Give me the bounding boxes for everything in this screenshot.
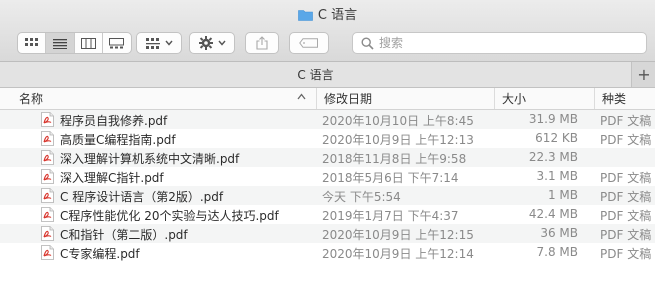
file-row[interactable]: 程序员自我修养.pdf 2020年10月10日 上午8:45 31.9 MB PDF …	[0, 110, 655, 129]
pdf-file-icon	[41, 112, 54, 127]
file-kind: PDF 文稿	[600, 190, 652, 204]
column-header-date-label: 修改日期	[324, 92, 373, 106]
file-date: 2018年11月8日 上午9:58	[322, 152, 467, 166]
view-mode-control	[17, 32, 132, 54]
search-icon	[361, 36, 374, 50]
gallery-view-button[interactable]	[103, 33, 131, 53]
file-name: C 程序设计语言（第2版）.pdf	[60, 190, 224, 204]
finder-window: C 语言 搜索 C 语言 + 名称 修改日期 大小 种类 程序员自我修养.pdf…	[0, 0, 655, 282]
pdf-file-icon	[41, 188, 54, 203]
pdf-file-icon	[41, 150, 54, 165]
file-size: 42.4 MB	[528, 207, 578, 221]
list-lines-icon	[52, 38, 67, 49]
window-title: C 语言	[0, 4, 655, 25]
file-name: 高质量C编程指南.pdf	[60, 133, 176, 147]
pdf-file-icon	[41, 207, 54, 222]
pdf-file-icon	[41, 245, 54, 260]
file-kind: PDF 文稿	[600, 228, 652, 242]
file-date: 2020年10月9日 上午12:13	[322, 133, 474, 147]
file-date: 2020年10月9日 上午12:14	[322, 247, 474, 261]
folder-icon	[298, 9, 313, 25]
column-header-name[interactable]: 名称	[12, 88, 312, 109]
file-date: 2018年5月6日 下午7:14	[322, 171, 459, 185]
file-date: 2020年10月10日 上午8:45	[322, 114, 474, 128]
file-size: 36 MB	[540, 226, 578, 240]
group-by-button[interactable]	[136, 32, 182, 54]
tags-button[interactable]	[289, 32, 329, 54]
file-row[interactable]: 高质量C编程指南.pdf 2020年10月9日 上午12:13 612 KB PDF …	[0, 129, 655, 148]
chevron-down-icon	[164, 40, 173, 46]
tab-c-language[interactable]: C 语言	[0, 62, 632, 87]
pdf-file-icon	[41, 226, 54, 241]
file-row[interactable]: C 程序设计语言（第2版）.pdf 今天 下午5:54 1 MB PDF 文稿	[0, 186, 655, 205]
file-date: 今天 下午5:54	[322, 190, 401, 204]
icon-view-button[interactable]	[18, 33, 47, 53]
file-kind: PDF 文稿	[600, 114, 652, 128]
search-field[interactable]	[352, 32, 647, 54]
file-name: 深入理解计算机系统中文清晰.pdf	[60, 152, 240, 166]
pdf-file-icon	[41, 131, 54, 146]
file-name: C专家编程.pdf	[60, 247, 140, 261]
column-header-size-label: 大小	[502, 92, 527, 106]
file-size: 3.1 MB	[536, 169, 578, 183]
file-kind: PDF 文稿	[600, 247, 652, 261]
file-size: 612 KB	[535, 131, 578, 145]
icon-grid-icon	[24, 37, 38, 46]
toolbar: C 语言	[0, 0, 655, 62]
column-header-kind[interactable]: 种类	[594, 88, 655, 109]
share-button[interactable]	[245, 32, 279, 54]
file-name: 程序员自我修养.pdf	[60, 114, 168, 128]
chevron-down-icon	[217, 40, 226, 46]
search-input[interactable]	[379, 36, 629, 50]
file-row[interactable]: C程序性能优化 20个实验与达人技巧.pdf 2019年1月7日 下午4:37 42…	[0, 205, 655, 224]
list-view-button[interactable]	[46, 33, 75, 53]
file-name: C和指针（第二版）.pdf	[60, 228, 188, 242]
share-icon	[256, 36, 268, 50]
column-header-name-label: 名称	[19, 92, 44, 106]
file-row[interactable]: 深入理解计算机系统中文清晰.pdf 2018年11月8日 上午9:58 22.3 M…	[0, 148, 655, 167]
file-kind: PDF 文稿	[600, 133, 652, 147]
gallery-icon	[109, 37, 125, 48]
file-kind: PDF 文稿	[600, 171, 652, 185]
file-date: 2019年1月7日 下午4:37	[322, 209, 459, 223]
file-size: 31.9 MB	[528, 112, 578, 126]
file-kind: PDF 文稿	[600, 209, 652, 223]
columns-icon	[80, 37, 96, 49]
file-list: 程序员自我修养.pdf 2020年10月10日 上午8:45 31.9 MB PDF …	[0, 110, 655, 262]
sort-ascending-icon	[297, 92, 306, 103]
column-header-size[interactable]: 大小	[494, 88, 588, 109]
tab-bar: C 语言 +	[0, 62, 655, 88]
file-row[interactable]: C专家编程.pdf 2020年10月9日 上午12:14 7.8 MB PDF 文稿	[0, 243, 655, 262]
file-size: 1 MB	[547, 188, 578, 202]
file-date: 2020年10月9日 上午12:15	[322, 228, 474, 242]
file-row[interactable]: C和指针（第二版）.pdf 2020年10月9日 上午12:15 36 MB PDF …	[0, 224, 655, 243]
tag-icon	[299, 38, 318, 48]
column-view-button[interactable]	[75, 33, 103, 53]
gear-icon	[198, 36, 213, 50]
group-grid-icon	[145, 37, 160, 49]
add-tab-button[interactable]: +	[633, 62, 655, 87]
file-size: 7.8 MB	[536, 245, 578, 259]
file-name: 深入理解C指针.pdf	[60, 171, 164, 185]
file-name: C程序性能优化 20个实验与达人技巧.pdf	[60, 209, 279, 223]
pdf-file-icon	[41, 169, 54, 184]
column-header-date[interactable]: 修改日期	[316, 88, 494, 109]
list-header: 名称 修改日期 大小 种类	[0, 88, 655, 110]
file-size: 22.3 MB	[528, 150, 578, 164]
column-header-kind-label: 种类	[602, 92, 627, 106]
window-title-text: C 语言	[317, 8, 358, 23]
action-menu-button[interactable]	[189, 32, 235, 54]
file-row[interactable]: 深入理解C指针.pdf 2018年5月6日 下午7:14 3.1 MB PDF 文稿	[0, 167, 655, 186]
